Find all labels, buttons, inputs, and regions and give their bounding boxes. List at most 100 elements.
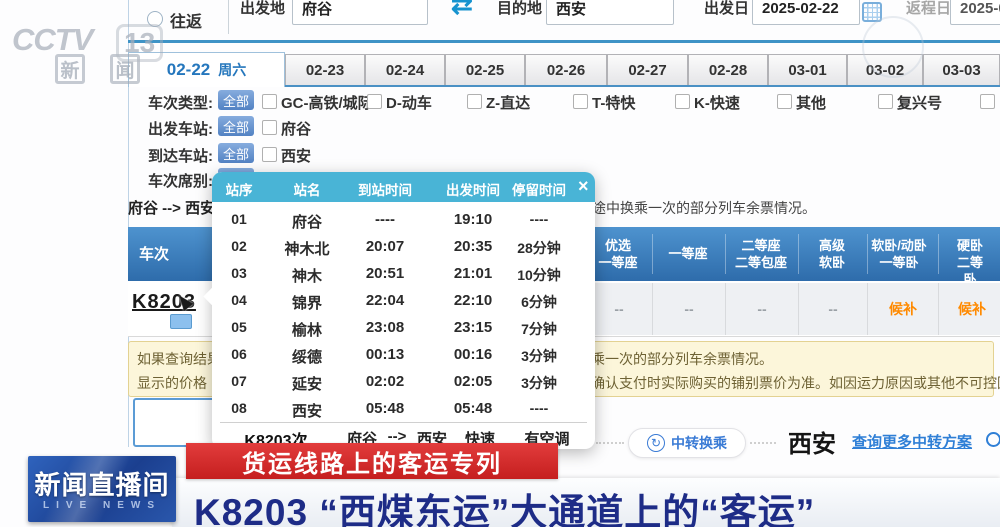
train-badge [170, 314, 192, 329]
program-subtitle: LIVE NEWS [28, 500, 176, 511]
checkbox-fuxing[interactable] [878, 94, 893, 109]
popup-close-icon[interactable]: × [578, 176, 589, 197]
popup-col-arrive: 到站时间 [358, 179, 412, 199]
station-stop: 3分钟 [521, 373, 557, 393]
station-depart: 02:05 [454, 373, 492, 390]
program-badge: 新闻直播间 LIVE NEWS [28, 456, 176, 522]
station-stop: 28分钟 [517, 238, 561, 258]
station-stop: ---- [530, 211, 549, 227]
station-row: 03神木20:5121:0110分钟 [212, 260, 595, 287]
station-row: 06绥德00:1300:163分钟 [212, 341, 595, 368]
tab-date-4[interactable]: 02-26 [525, 54, 607, 86]
topbar-divider [228, 0, 229, 34]
from-label: 出发地 [240, 0, 285, 18]
station-arrive: 23:08 [366, 319, 404, 336]
tab-date-3[interactable]: 02-25 [445, 54, 525, 86]
tab-date-5[interactable]: 02-27 [607, 54, 688, 86]
checkbox-gc[interactable] [262, 94, 277, 109]
channel-name-char1: 新 [55, 54, 85, 84]
header-sep [725, 234, 726, 274]
station-seq: 01 [231, 211, 247, 227]
transfer-button-label: 中转换乘 [671, 433, 727, 453]
to-value: 西安 [556, 0, 586, 19]
station-stop: 10分钟 [517, 265, 561, 285]
filter-train-type-label: 车次类型: [148, 92, 213, 113]
checkbox-z[interactable] [467, 94, 482, 109]
filter-arrive-station-label: 到达车站: [148, 145, 213, 166]
cell-second: -- [725, 283, 798, 335]
filter-train-type-all-button[interactable]: 全部 [218, 90, 254, 110]
station-row: 08西安05:4805:48---- [212, 395, 595, 422]
checkbox-k[interactable] [675, 94, 690, 109]
station-arrive: 22:04 [366, 292, 404, 309]
depart-date-value: 2025-02-22 [762, 0, 839, 17]
tab-date-7[interactable]: 03-01 [768, 54, 847, 86]
station-seq: 04 [231, 292, 247, 308]
stop-schedule-popup: 站序 站名 到站时间 出发时间 停留时间 × 01 府谷 ---- 19:10 ----… [212, 172, 595, 449]
station-depart: 19:10 [454, 211, 492, 228]
round-trip-label: 往返 [170, 8, 202, 32]
station-seq: 02 [231, 238, 247, 254]
cell-soft-sleeper-waitlist[interactable]: 候补 [867, 283, 938, 335]
depart-date-input[interactable]: 2025-02-22 [752, 0, 860, 25]
transfer-dash-right [750, 442, 776, 444]
filter-depart-all-button[interactable]: 全部 [218, 116, 254, 136]
notice-line1-right: 乘一次的部分列车余票情况。 [591, 349, 773, 369]
route-summary-left: 府谷 --> 西安 [128, 197, 215, 218]
station-arrive: ---- [375, 211, 395, 228]
notice-line1-left: 如果查询结果 [137, 349, 221, 369]
tab-date-9[interactable]: 03-03 [923, 54, 1000, 86]
col-soft-sleeper: 软卧/动卧 一等卧 [871, 238, 927, 272]
filter-arrive-all-button[interactable]: 全部 [218, 143, 254, 163]
transfer-button[interactable]: ↻ 中转换乘 [628, 428, 746, 458]
header-sep [652, 234, 653, 274]
popup-header: 站序 站名 到站时间 出发时间 停留时间 × [212, 172, 595, 202]
cell-premium-first: -- [585, 283, 652, 335]
station-stop: 6分钟 [521, 292, 557, 312]
station-depart: 21:01 [454, 265, 492, 282]
label-xian: 西安 [281, 145, 311, 166]
from-input[interactable]: 府谷 [292, 0, 428, 25]
popup-col-depart: 出发时间 [446, 179, 500, 199]
popup-col-stop: 停留时间 [512, 179, 566, 199]
tab-selected-weekday: 周六 [218, 60, 246, 80]
station-name: 府谷 [292, 211, 322, 232]
station-arrive: 05:48 [366, 400, 404, 417]
route-summary-right: 途中换乘一次的部分列车余票情况。 [592, 198, 816, 218]
popup-col-seq: 站序 [226, 179, 253, 199]
transfer-refresh-icon: ↻ [647, 434, 665, 452]
checkbox-d[interactable] [367, 94, 382, 109]
station-depart: 05:48 [454, 400, 492, 417]
transfer-more-link[interactable]: 查询更多中转方案 [852, 431, 972, 452]
return-date-input[interactable]: 2025-0 [950, 0, 1000, 25]
checkbox-t[interactable] [573, 94, 588, 109]
checkbox-xian[interactable] [262, 147, 277, 162]
station-name: 延安 [292, 373, 322, 394]
tv-frame: 往返 出发地 府谷 ⇄ 目的地 西安 出发日 2025-02-22 返程日 20… [0, 0, 1000, 527]
station-row: 07延安02:0202:053分钟 [212, 368, 595, 395]
program-title: 新闻直播间 [28, 465, 176, 502]
transfer-more-icon[interactable] [986, 432, 1000, 447]
tab-date-6[interactable]: 02-28 [688, 54, 768, 86]
station-seq: 03 [231, 265, 247, 281]
station-depart: 23:15 [454, 319, 492, 336]
station-depart: 22:10 [454, 292, 492, 309]
station-seq: 08 [231, 400, 247, 416]
notice-line2-left: 显示的价格 [137, 373, 207, 393]
header-sep [867, 234, 868, 274]
checkbox-fugu[interactable] [262, 120, 277, 135]
to-input[interactable]: 西安 [546, 0, 674, 25]
swap-stations-icon[interactable]: ⇄ [451, 0, 473, 20]
station-seq: 05 [231, 319, 247, 335]
checkbox-clipped[interactable] [980, 94, 995, 109]
station-row: 02神木北20:0720:3528分钟 [212, 233, 595, 260]
tab-date-2[interactable]: 02-24 [365, 54, 445, 86]
station-row: 04锦界22:0422:106分钟 [212, 287, 595, 314]
checkbox-other[interactable] [777, 94, 792, 109]
cell-hard-sleeper-waitlist[interactable]: 候补 [938, 283, 1000, 335]
headline-text: K8203 “西煤东运”大通道上的“客运” [194, 482, 815, 527]
station-stop: 7分钟 [521, 319, 557, 339]
tab-date-1[interactable]: 02-23 [285, 54, 365, 86]
to-label: 目的地 [497, 0, 542, 18]
col-second: 二等座 二等包座 [735, 238, 787, 272]
